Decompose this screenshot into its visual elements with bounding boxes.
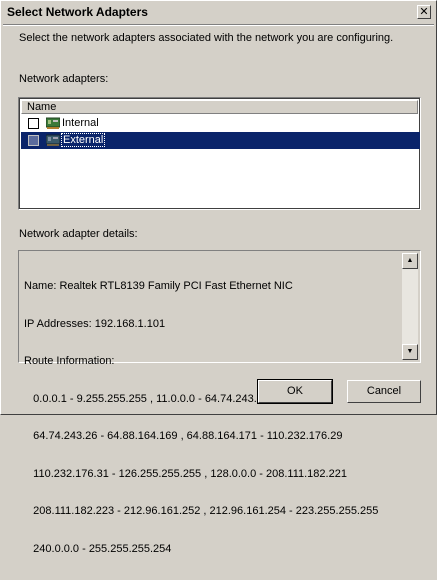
- details-line: 110.232.176.31 - 126.255.255.255 , 128.0…: [24, 467, 347, 480]
- adapter-label-internal: Internal: [62, 117, 99, 129]
- adapter-checkbox-external[interactable]: [28, 135, 39, 146]
- scroll-up-button[interactable]: ▲: [402, 253, 418, 269]
- details-line: 0.0.0.1 - 9.255.255.255 , 11.0.0.0 - 64.…: [24, 392, 270, 405]
- instructions-text: Select the network adapters associated w…: [19, 32, 394, 44]
- scroll-down-icon: ▼: [406, 348, 414, 355]
- details-line: 240.0.0.0 - 255.255.255.254: [24, 542, 172, 555]
- network-adapters-label: Network adapters:: [19, 73, 109, 85]
- adapter-row-external[interactable]: External: [21, 132, 420, 149]
- details-scrollbar[interactable]: ▲ ▼: [402, 253, 418, 360]
- ok-button[interactable]: OK: [257, 379, 333, 404]
- network-adapters-list[interactable]: Name Internal External: [18, 97, 421, 210]
- adapter-row-internal[interactable]: Internal: [21, 115, 420, 132]
- scroll-up-icon: ▲: [406, 257, 414, 264]
- cancel-button[interactable]: Cancel: [347, 380, 421, 403]
- adapter-details-box[interactable]: Name: Realtek RTL8139 Family PCI Fast Et…: [18, 250, 421, 555]
- select-network-adapters-dialog: Select Network Adapters ✕ Select the net…: [0, 0, 437, 555]
- details-line: Name: Realtek RTL8139 Family PCI Fast Et…: [24, 280, 293, 292]
- adapter-details-label: Network adapter details:: [19, 228, 138, 240]
- adapter-checkbox-internal[interactable]: [28, 118, 39, 129]
- details-line: 208.111.182.223 - 212.96.161.252 , 212.9…: [24, 505, 379, 517]
- scroll-down-button[interactable]: ▼: [402, 344, 418, 360]
- details-line: Route Information:: [24, 355, 115, 367]
- details-line: 64.74.243.26 - 64.88.164.169 , 64.88.164…: [24, 430, 343, 442]
- adapter-details-text: Name: Realtek RTL8139 Family PCI Fast Et…: [24, 255, 402, 580]
- adapter-label-external: External: [60, 133, 106, 147]
- name-column-label: Name: [27, 101, 57, 113]
- details-line: IP Addresses: 192.168.1.101: [24, 317, 166, 330]
- network-adapter-icon: [46, 117, 60, 129]
- title-separator: [3, 24, 434, 26]
- title-bar[interactable]: Select Network Adapters ✕: [3, 3, 434, 23]
- network-adapter-icon: [46, 134, 60, 146]
- dialog-title: Select Network Adapters: [7, 5, 148, 19]
- name-column-header[interactable]: Name: [21, 100, 418, 114]
- close-icon: ✕: [419, 6, 429, 18]
- close-button[interactable]: ✕: [417, 5, 431, 19]
